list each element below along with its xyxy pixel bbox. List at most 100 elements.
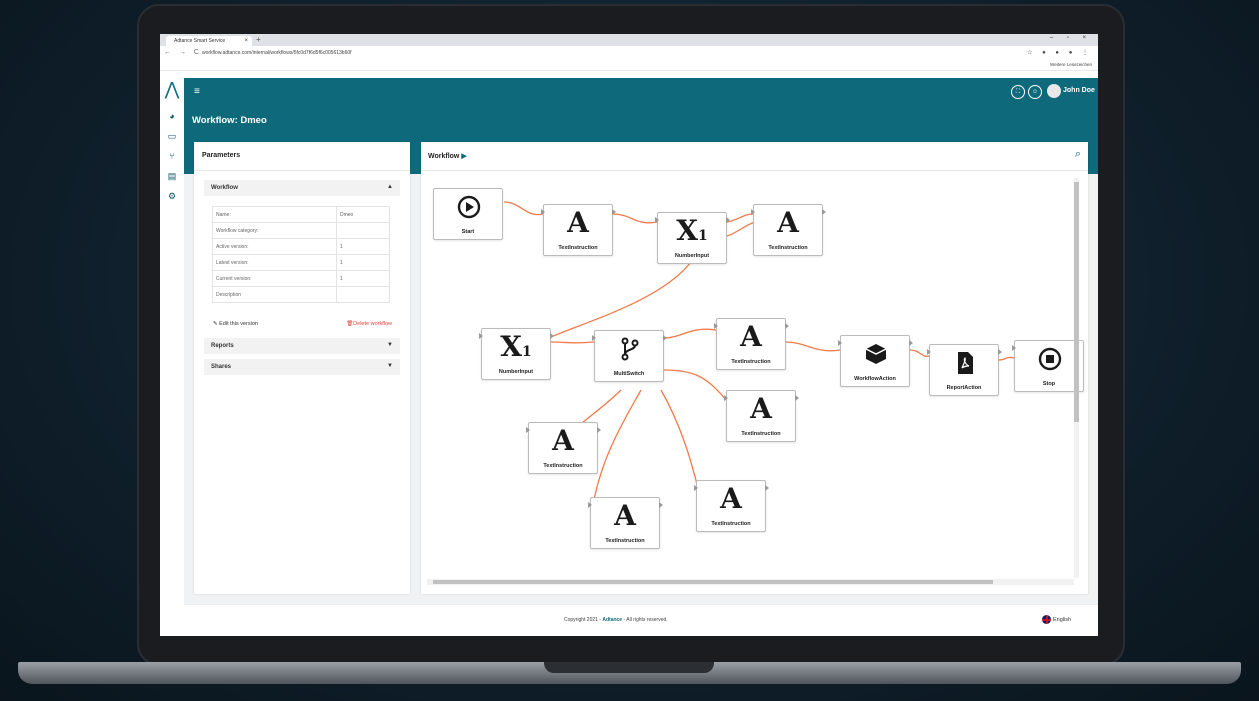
port-out[interactable] [726, 217, 730, 223]
edge [550, 341, 595, 344]
url-input[interactable]: workflow.adtance.com/internal/workflows/… [202, 50, 352, 56]
workflow-canvas[interactable]: Start A TextInstruction X1 NumberInput A… [421, 170, 1088, 594]
port-out[interactable] [909, 340, 913, 346]
node-text-instruction[interactable]: A TextInstruction [724, 390, 799, 442]
shares-accordion[interactable]: Shares ▼ [204, 359, 400, 375]
param-label: Name: [212, 206, 337, 223]
node-label: TextInstruction [605, 538, 645, 544]
search-icon[interactable]: ⌕ [1075, 148, 1081, 161]
browser-tabbar: Adtance Smart Service × + – ▫ × [160, 34, 1098, 46]
port-out[interactable] [822, 209, 826, 215]
node-label: TextInstruction [543, 463, 583, 469]
param-value: 1 [336, 254, 390, 271]
port-out[interactable] [659, 502, 663, 508]
port-out[interactable] [663, 335, 667, 341]
port-out[interactable] [765, 485, 769, 491]
parameters-panel: Parameters Workflow ▲ Name: Dmeo Workflow… [194, 142, 410, 594]
copyright-suffix: - All rights reserved. [622, 617, 668, 623]
play-icon[interactable]: ▶ [461, 153, 466, 160]
browser-tab[interactable]: Adtance Smart Service × [166, 36, 252, 46]
scroll-thumb[interactable] [1074, 182, 1079, 422]
parameters-table: Name: Dmeo Workflow category: Active vers… [212, 206, 390, 303]
port-out[interactable] [785, 323, 789, 329]
delete-workflow-label: Delete workflow [353, 321, 392, 327]
node-text-instruction[interactable]: A TextInstruction [541, 204, 616, 256]
node-workflow-action[interactable]: WorkflowAction [838, 335, 913, 387]
edge [726, 213, 754, 223]
bookmark-folder[interactable]: Weitere Lesezeichen [1050, 62, 1092, 67]
node-number-input[interactable]: X1 NumberInput [655, 212, 730, 264]
scroll-thumb[interactable] [433, 580, 993, 584]
node-label: TextInstruction [768, 245, 808, 251]
parameters-header: Parameters [194, 142, 410, 171]
node-text-instruction[interactable]: A TextInstruction [751, 204, 826, 256]
workflow-accordion[interactable]: Workflow ▲ [204, 180, 400, 196]
node-text-instruction[interactable]: A TextInstruction [526, 422, 601, 474]
port-out[interactable] [998, 349, 1002, 355]
workflow-header: Workflow ▶ ⌕ [421, 142, 1088, 171]
close-icon[interactable]: × [244, 36, 248, 46]
edge [612, 213, 658, 224]
param-label: Current version: [212, 270, 337, 287]
letter-a-icon: A [750, 392, 772, 425]
stop-circle-icon [1038, 347, 1062, 371]
user-name[interactable]: John Doe [1063, 87, 1095, 94]
shares-accordion-label: Shares [211, 364, 232, 370]
nav-icons[interactable]: ← → C [164, 49, 202, 56]
play-circle-icon [457, 195, 481, 219]
window-controls[interactable]: – ▫ × [1050, 35, 1092, 41]
extension-icons[interactable]: ☆ ● ● ● ⋮ [1027, 49, 1092, 56]
node-report-action[interactable]: ReportAction [927, 344, 1002, 396]
clipboard-icon[interactable]: ▤ [166, 170, 178, 182]
port-in[interactable] [1012, 345, 1016, 351]
new-tab-icon[interactable]: + [256, 35, 261, 44]
caret-down-icon: ▼ [387, 363, 393, 369]
language-selector[interactable]: English [1042, 615, 1071, 624]
fullscreen-icon[interactable]: ⛶ [1011, 85, 1025, 99]
node-start[interactable]: Start [433, 188, 503, 240]
workflow-panel: Workflow ▶ ⌕ Start A TextInstruction X1 … [421, 142, 1088, 594]
node-label: TextInstruction [558, 245, 598, 251]
workflow-icon[interactable]: ⑂ [166, 150, 178, 162]
language-label: English [1053, 616, 1072, 623]
logo-icon[interactable]: ⋀ [162, 79, 182, 99]
port-in[interactable] [838, 340, 842, 346]
address-bar: ← → C workflow.adtance.com/internal/work… [160, 46, 1098, 61]
node-label: WorkflowAction [854, 376, 896, 382]
node-multi-switch[interactable]: MultiSwitch [592, 330, 667, 382]
table-row: Description [212, 286, 390, 303]
reports-accordion[interactable]: Reports ▼ [204, 338, 400, 354]
node-number-input[interactable]: X1 NumberInput [479, 328, 554, 380]
port-out[interactable] [612, 209, 616, 215]
node-label: MultiSwitch [613, 371, 645, 377]
copyright: Copyright 2021 - Adtance - All rights re… [564, 617, 668, 623]
node-text-instruction[interactable]: A TextInstruction [588, 497, 663, 549]
letter-a-icon: A [740, 320, 762, 353]
avatar[interactable] [1047, 84, 1061, 98]
menu-icon[interactable]: ≡ [194, 86, 200, 97]
dashboard-icon[interactable]: ◕ [166, 110, 178, 122]
group-icon[interactable]: ☺ [1028, 85, 1042, 99]
edit-version-link[interactable]: ✎ Edit this version [213, 321, 258, 327]
horizontal-scrollbar[interactable] [427, 579, 1074, 585]
caret-up-icon: ▲ [387, 184, 393, 190]
vertical-scrollbar[interactable] [1074, 178, 1079, 578]
table-row: Active version: 1 [212, 238, 390, 255]
node-label: ReportAction [946, 385, 982, 391]
node-text-instruction[interactable]: A TextInstruction [694, 480, 769, 532]
settings-icon[interactable]: ⚙ [166, 190, 178, 202]
edge [592, 389, 642, 506]
port-out[interactable] [597, 427, 601, 433]
port-out[interactable] [795, 395, 799, 401]
browser-tab-title: Adtance Smart Service [174, 38, 226, 44]
brand-name: Adtance [602, 617, 623, 623]
folder-icon[interactable]: ▭ [166, 130, 178, 142]
delete-workflow-link[interactable]: 🗑Delete workflow [346, 321, 392, 327]
node-text-instruction[interactable]: A TextInstruction [714, 318, 789, 370]
port-out[interactable] [550, 333, 554, 339]
node-label: Stop [1042, 381, 1056, 387]
node-label: TextInstruction [711, 521, 751, 527]
port-in[interactable] [927, 349, 931, 355]
bookmark-bar: Weitere Lesezeichen [160, 60, 1098, 71]
port-in[interactable] [592, 335, 596, 341]
